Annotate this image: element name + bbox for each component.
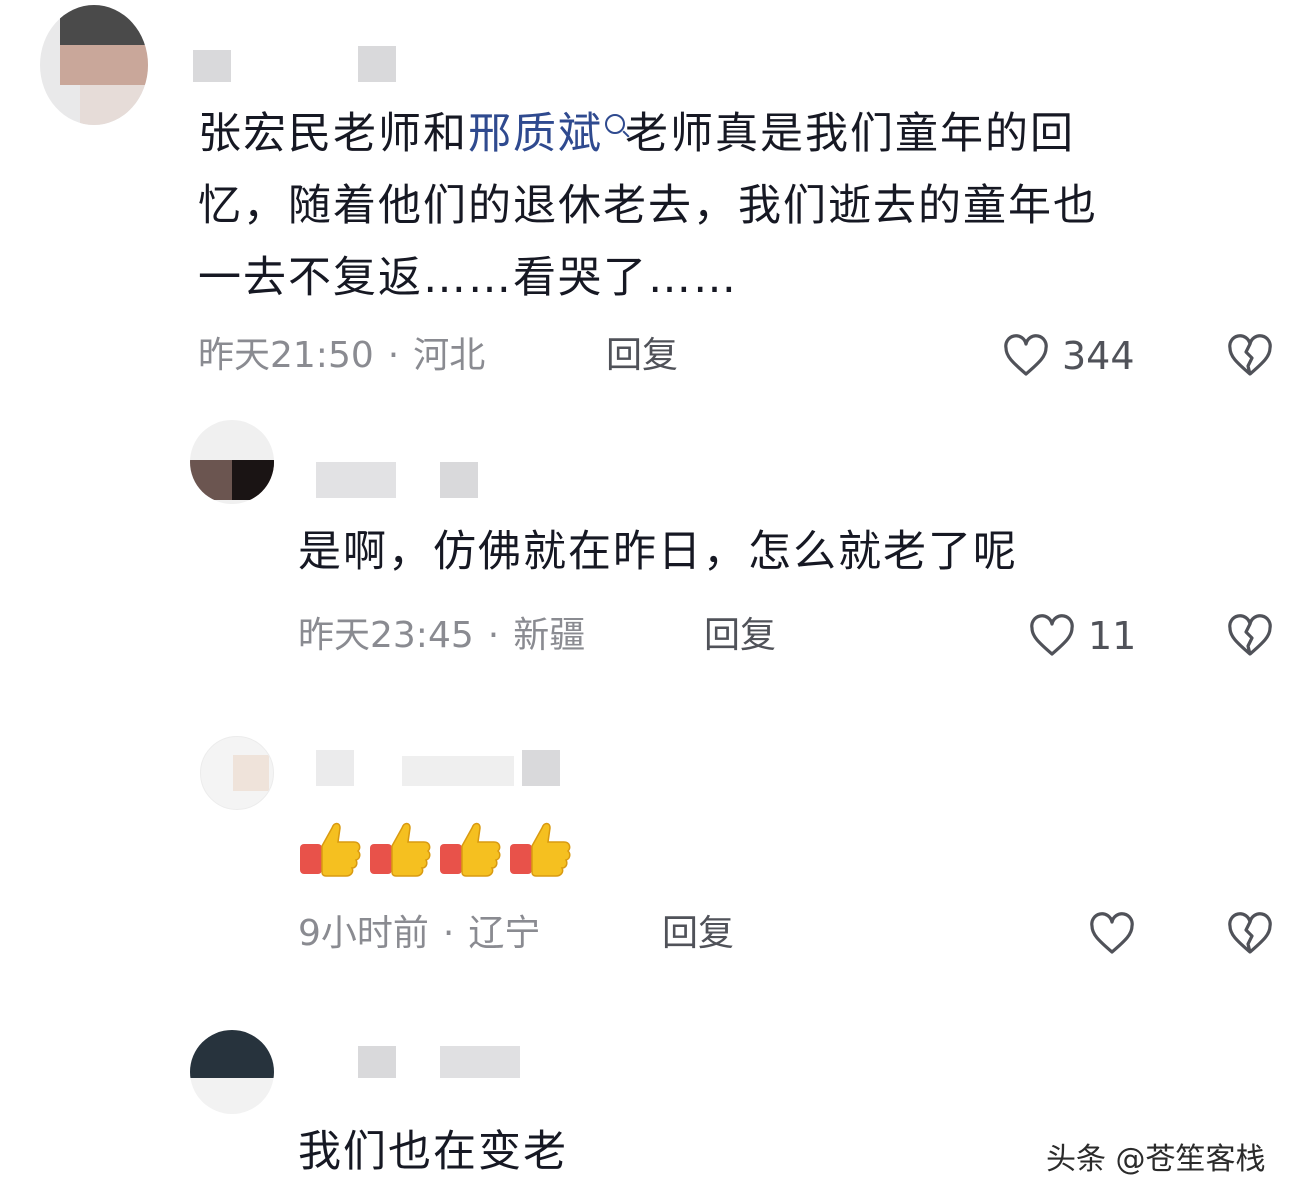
dislike-button[interactable] — [1226, 334, 1274, 382]
comment-text: 是啊，仿佛就在昨日，怎么就老了呢 — [298, 527, 1018, 577]
comment-meta: 9小时前 · 辽宁 — [298, 912, 540, 956]
comment-text-segment: 老师真是我们童年的回 — [625, 109, 1075, 159]
heart-outline-icon — [1090, 912, 1134, 954]
thumbs-up-emoji — [300, 822, 361, 877]
like-count: 344 — [1062, 334, 1135, 378]
dislike-button[interactable] — [1226, 614, 1274, 662]
thumbs-up-emoji — [510, 822, 571, 877]
reply-button[interactable]: 回复 — [704, 614, 776, 658]
like-button[interactable]: 11 — [1028, 614, 1136, 658]
username-masked[interactable] — [402, 756, 514, 786]
username-masked[interactable] — [440, 462, 478, 498]
comment-meta: 昨天21:50 · 河北 — [198, 334, 485, 378]
topic-link[interactable]: 邢质斌 — [468, 109, 625, 159]
broken-heart-icon — [1228, 614, 1272, 656]
emoji-row — [298, 818, 574, 880]
meta-separator: · — [487, 615, 500, 656]
comment-time: 昨天21:50 — [198, 335, 374, 376]
thumbs-up-emoji — [370, 822, 431, 877]
username-masked[interactable] — [316, 750, 354, 786]
search-icon — [605, 114, 625, 134]
heart-outline-icon — [1004, 334, 1048, 376]
watermark: 头条 @苍笙客栈 — [1046, 1142, 1266, 1177]
broken-heart-icon — [1228, 912, 1272, 954]
comment-text-line: 忆，随着他们的退休老去，我们逝去的童年也 — [198, 181, 1098, 231]
comment-text: 我们也在变老 — [298, 1127, 568, 1177]
thumbs-up-emoji — [440, 822, 501, 877]
heart-outline-icon — [1030, 614, 1074, 656]
like-count: 11 — [1088, 614, 1137, 658]
comment-time: 9小时前 — [298, 913, 429, 954]
username-masked[interactable] — [440, 1046, 520, 1078]
comment-text-segment: 张宏民老师和 — [198, 109, 468, 159]
meta-separator: · — [387, 335, 400, 376]
username-masked[interactable] — [358, 46, 396, 82]
reply-button[interactable]: 回复 — [606, 334, 678, 378]
username-masked[interactable] — [316, 462, 396, 498]
comment-location: 河北 — [413, 335, 486, 376]
comment-time: 昨天23:45 — [298, 615, 474, 656]
avatar[interactable] — [190, 420, 274, 504]
username-masked[interactable] — [358, 1046, 396, 1078]
broken-heart-icon — [1228, 334, 1272, 376]
comment-location: 新疆 — [513, 615, 586, 656]
dislike-button[interactable] — [1226, 912, 1274, 960]
comment-location: 辽宁 — [468, 913, 541, 954]
meta-separator: · — [442, 913, 455, 954]
username-masked[interactable] — [193, 50, 231, 82]
like-button[interactable]: 344 — [1002, 334, 1135, 378]
username-masked[interactable] — [522, 750, 560, 786]
comment-text-line: 一去不复返……看哭了…… — [198, 253, 738, 303]
avatar[interactable] — [40, 5, 148, 125]
comment-meta: 昨天23:45 · 新疆 — [298, 614, 585, 658]
reply-button[interactable]: 回复 — [662, 912, 734, 956]
avatar[interactable] — [200, 736, 274, 810]
like-button[interactable] — [1088, 912, 1148, 956]
avatar[interactable] — [190, 1030, 274, 1114]
comment-text-line: 张宏民老师和邢质斌 老师真是我们童年的回 — [198, 98, 1075, 170]
